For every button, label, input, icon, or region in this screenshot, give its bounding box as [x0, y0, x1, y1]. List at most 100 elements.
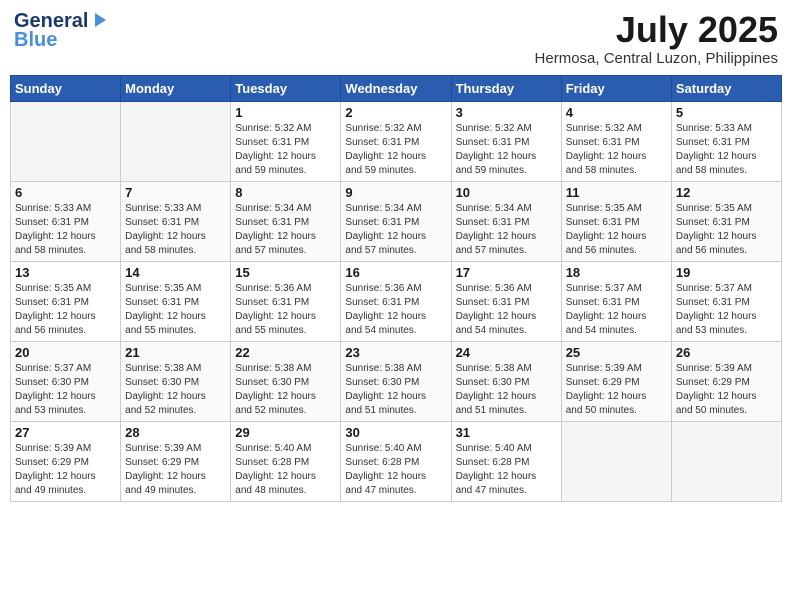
day-number: 20	[15, 345, 116, 360]
day-info: Sunrise: 5:35 AM Sunset: 6:31 PM Dayligh…	[566, 202, 667, 258]
day-number: 1	[235, 105, 336, 120]
day-info: Sunrise: 5:32 AM Sunset: 6:31 PM Dayligh…	[345, 122, 446, 178]
day-number: 16	[345, 265, 446, 280]
header-thursday: Thursday	[451, 75, 561, 101]
title-block: July 2025 Hermosa, Central Luzon, Philip…	[535, 10, 778, 67]
calendar-cell-w5-d4: 30 Sunrise: 5:40 AM Sunset: 6:28 PM Dayli…	[341, 421, 451, 501]
calendar-cell-w2-d3: 8 Sunrise: 5:34 AM Sunset: 6:31 PM Daylig…	[231, 181, 341, 261]
calendar-cell-w1-d7: 5 Sunrise: 5:33 AM Sunset: 6:31 PM Daylig…	[671, 101, 781, 181]
header-saturday: Saturday	[671, 75, 781, 101]
day-info: Sunrise: 5:36 AM Sunset: 6:31 PM Dayligh…	[345, 282, 446, 338]
calendar-cell-w3-d4: 16 Sunrise: 5:36 AM Sunset: 6:31 PM Dayli…	[341, 261, 451, 341]
logo: General Blue	[14, 10, 108, 52]
calendar-cell-w4-d1: 20 Sunrise: 5:37 AM Sunset: 6:30 PM Dayli…	[11, 341, 121, 421]
calendar-cell-w2-d5: 10 Sunrise: 5:34 AM Sunset: 6:31 PM Dayli…	[451, 181, 561, 261]
page-header: General Blue July 2025 Hermosa, Central …	[10, 10, 782, 67]
day-number: 8	[235, 185, 336, 200]
calendar-header-row: Sunday Monday Tuesday Wednesday Thursday…	[11, 75, 782, 101]
day-info: Sunrise: 5:36 AM Sunset: 6:31 PM Dayligh…	[456, 282, 557, 338]
calendar-cell-w4-d6: 25 Sunrise: 5:39 AM Sunset: 6:29 PM Dayli…	[561, 341, 671, 421]
day-info: Sunrise: 5:38 AM Sunset: 6:30 PM Dayligh…	[235, 362, 336, 418]
calendar-cell-w5-d5: 31 Sunrise: 5:40 AM Sunset: 6:28 PM Dayli…	[451, 421, 561, 501]
calendar-table: Sunday Monday Tuesday Wednesday Thursday…	[10, 75, 782, 502]
day-info: Sunrise: 5:39 AM Sunset: 6:29 PM Dayligh…	[566, 362, 667, 418]
day-info: Sunrise: 5:32 AM Sunset: 6:31 PM Dayligh…	[235, 122, 336, 178]
calendar-cell-w2-d2: 7 Sunrise: 5:33 AM Sunset: 6:31 PM Daylig…	[121, 181, 231, 261]
logo-triangle-icon	[90, 11, 108, 29]
calendar-week-5: 27Sunrise: 5:39 AM Sunset: 6:29 PM Dayli…	[11, 421, 782, 501]
calendar-cell-w4-d5: 24 Sunrise: 5:38 AM Sunset: 6:30 PM Dayli…	[451, 341, 561, 421]
day-number: 4	[566, 105, 667, 120]
header-tuesday: Tuesday	[231, 75, 341, 101]
day-number: 30	[345, 425, 446, 440]
calendar-cell-w1-d5: 3 Sunrise: 5:32 AM Sunset: 6:31 PM Daylig…	[451, 101, 561, 181]
day-info: Sunrise: 5:39 AM Sunset: 6:29 PM Dayligh…	[15, 442, 116, 498]
day-number: 6	[15, 185, 116, 200]
day-info: Sunrise: 5:39 AM Sunset: 6:29 PM Dayligh…	[125, 442, 226, 498]
calendar-week-2: 6 Sunrise: 5:33 AM Sunset: 6:31 PM Daylig…	[11, 181, 782, 261]
calendar-cell-w5-d2: 28 Sunrise: 5:39 AM Sunset: 6:29 PM Dayli…	[121, 421, 231, 501]
day-number: 10	[456, 185, 557, 200]
day-info: Sunrise: 5:38 AM Sunset: 6:30 PM Dayligh…	[125, 362, 226, 418]
calendar-cell-w1-d6: 4 Sunrise: 5:32 AM Sunset: 6:31 PM Daylig…	[561, 101, 671, 181]
day-info: Sunrise: 5:38 AM Sunset: 6:30 PM Dayligh…	[456, 362, 557, 418]
header-sunday: Sunday	[11, 75, 121, 101]
day-number: 12	[676, 185, 777, 200]
day-number: 28	[125, 425, 226, 440]
day-info: Sunrise: 5:37 AM Sunset: 6:30 PM Dayligh…	[15, 362, 116, 418]
day-info: Sunrise: 5:40 AM Sunset: 6:28 PM Dayligh…	[345, 442, 446, 498]
day-number: 17	[456, 265, 557, 280]
day-number: 14	[125, 265, 226, 280]
day-number: 26	[676, 345, 777, 360]
day-number: 3	[456, 105, 557, 120]
calendar-cell-w2-d7: 12 Sunrise: 5:35 AM Sunset: 6:31 PM Dayli…	[671, 181, 781, 261]
day-info: Sunrise: 5:34 AM Sunset: 6:31 PM Dayligh…	[456, 202, 557, 258]
day-info: Sunrise: 5:36 AM Sunset: 6:31 PM Dayligh…	[235, 282, 336, 338]
logo-blue-text: Blue	[14, 29, 57, 52]
calendar-cell-w3-d3: 15 Sunrise: 5:36 AM Sunset: 6:31 PM Dayli…	[231, 261, 341, 341]
calendar-cell-w1-d2	[121, 101, 231, 181]
calendar-cell-w2-d1: 6 Sunrise: 5:33 AM Sunset: 6:31 PM Daylig…	[11, 181, 121, 261]
calendar-cell-w1-d3: 1 Sunrise: 5:32 AM Sunset: 6:31 PM Daylig…	[231, 101, 341, 181]
day-info: Sunrise: 5:38 AM Sunset: 6:30 PM Dayligh…	[345, 362, 446, 418]
day-number: 29	[235, 425, 336, 440]
month-year: July 2025	[535, 10, 778, 50]
day-info: Sunrise: 5:35 AM Sunset: 6:31 PM Dayligh…	[15, 282, 116, 338]
day-info: Sunrise: 5:40 AM Sunset: 6:28 PM Dayligh…	[456, 442, 557, 498]
day-info: Sunrise: 5:32 AM Sunset: 6:31 PM Dayligh…	[566, 122, 667, 178]
day-number: 21	[125, 345, 226, 360]
day-number: 31	[456, 425, 557, 440]
day-info: Sunrise: 5:33 AM Sunset: 6:31 PM Dayligh…	[125, 202, 226, 258]
day-info: Sunrise: 5:33 AM Sunset: 6:31 PM Dayligh…	[676, 122, 777, 178]
calendar-cell-w2-d6: 11Sunrise: 5:35 AM Sunset: 6:31 PM Dayli…	[561, 181, 671, 261]
day-info: Sunrise: 5:34 AM Sunset: 6:31 PM Dayligh…	[235, 202, 336, 258]
calendar-cell-w5-d3: 29 Sunrise: 5:40 AM Sunset: 6:28 PM Dayli…	[231, 421, 341, 501]
calendar-week-3: 13Sunrise: 5:35 AM Sunset: 6:31 PM Dayli…	[11, 261, 782, 341]
calendar-cell-w3-d1: 13Sunrise: 5:35 AM Sunset: 6:31 PM Dayli…	[11, 261, 121, 341]
day-info: Sunrise: 5:39 AM Sunset: 6:29 PM Dayligh…	[676, 362, 777, 418]
day-number: 15	[235, 265, 336, 280]
calendar-cell-w3-d6: 18 Sunrise: 5:37 AM Sunset: 6:31 PM Dayli…	[561, 261, 671, 341]
calendar-week-4: 20 Sunrise: 5:37 AM Sunset: 6:30 PM Dayli…	[11, 341, 782, 421]
calendar-cell-w3-d2: 14 Sunrise: 5:35 AM Sunset: 6:31 PM Dayli…	[121, 261, 231, 341]
calendar-cell-w4-d4: 23 Sunrise: 5:38 AM Sunset: 6:30 PM Dayli…	[341, 341, 451, 421]
header-monday: Monday	[121, 75, 231, 101]
day-info: Sunrise: 5:40 AM Sunset: 6:28 PM Dayligh…	[235, 442, 336, 498]
day-number: 9	[345, 185, 446, 200]
day-info: Sunrise: 5:37 AM Sunset: 6:31 PM Dayligh…	[566, 282, 667, 338]
day-number: 23	[345, 345, 446, 360]
calendar-cell-w4-d7: 26 Sunrise: 5:39 AM Sunset: 6:29 PM Dayli…	[671, 341, 781, 421]
calendar-cell-w5-d1: 27Sunrise: 5:39 AM Sunset: 6:29 PM Dayli…	[11, 421, 121, 501]
day-info: Sunrise: 5:33 AM Sunset: 6:31 PM Dayligh…	[15, 202, 116, 258]
day-info: Sunrise: 5:35 AM Sunset: 6:31 PM Dayligh…	[125, 282, 226, 338]
calendar-cell-w3-d5: 17 Sunrise: 5:36 AM Sunset: 6:31 PM Dayli…	[451, 261, 561, 341]
calendar-cell-w4-d2: 21 Sunrise: 5:38 AM Sunset: 6:30 PM Dayli…	[121, 341, 231, 421]
day-number: 5	[676, 105, 777, 120]
day-info: Sunrise: 5:35 AM Sunset: 6:31 PM Dayligh…	[676, 202, 777, 258]
day-info: Sunrise: 5:32 AM Sunset: 6:31 PM Dayligh…	[456, 122, 557, 178]
day-number: 7	[125, 185, 226, 200]
calendar-cell-w2-d4: 9Sunrise: 5:34 AM Sunset: 6:31 PM Daylig…	[341, 181, 451, 261]
day-number: 25	[566, 345, 667, 360]
day-number: 24	[456, 345, 557, 360]
day-number: 18	[566, 265, 667, 280]
